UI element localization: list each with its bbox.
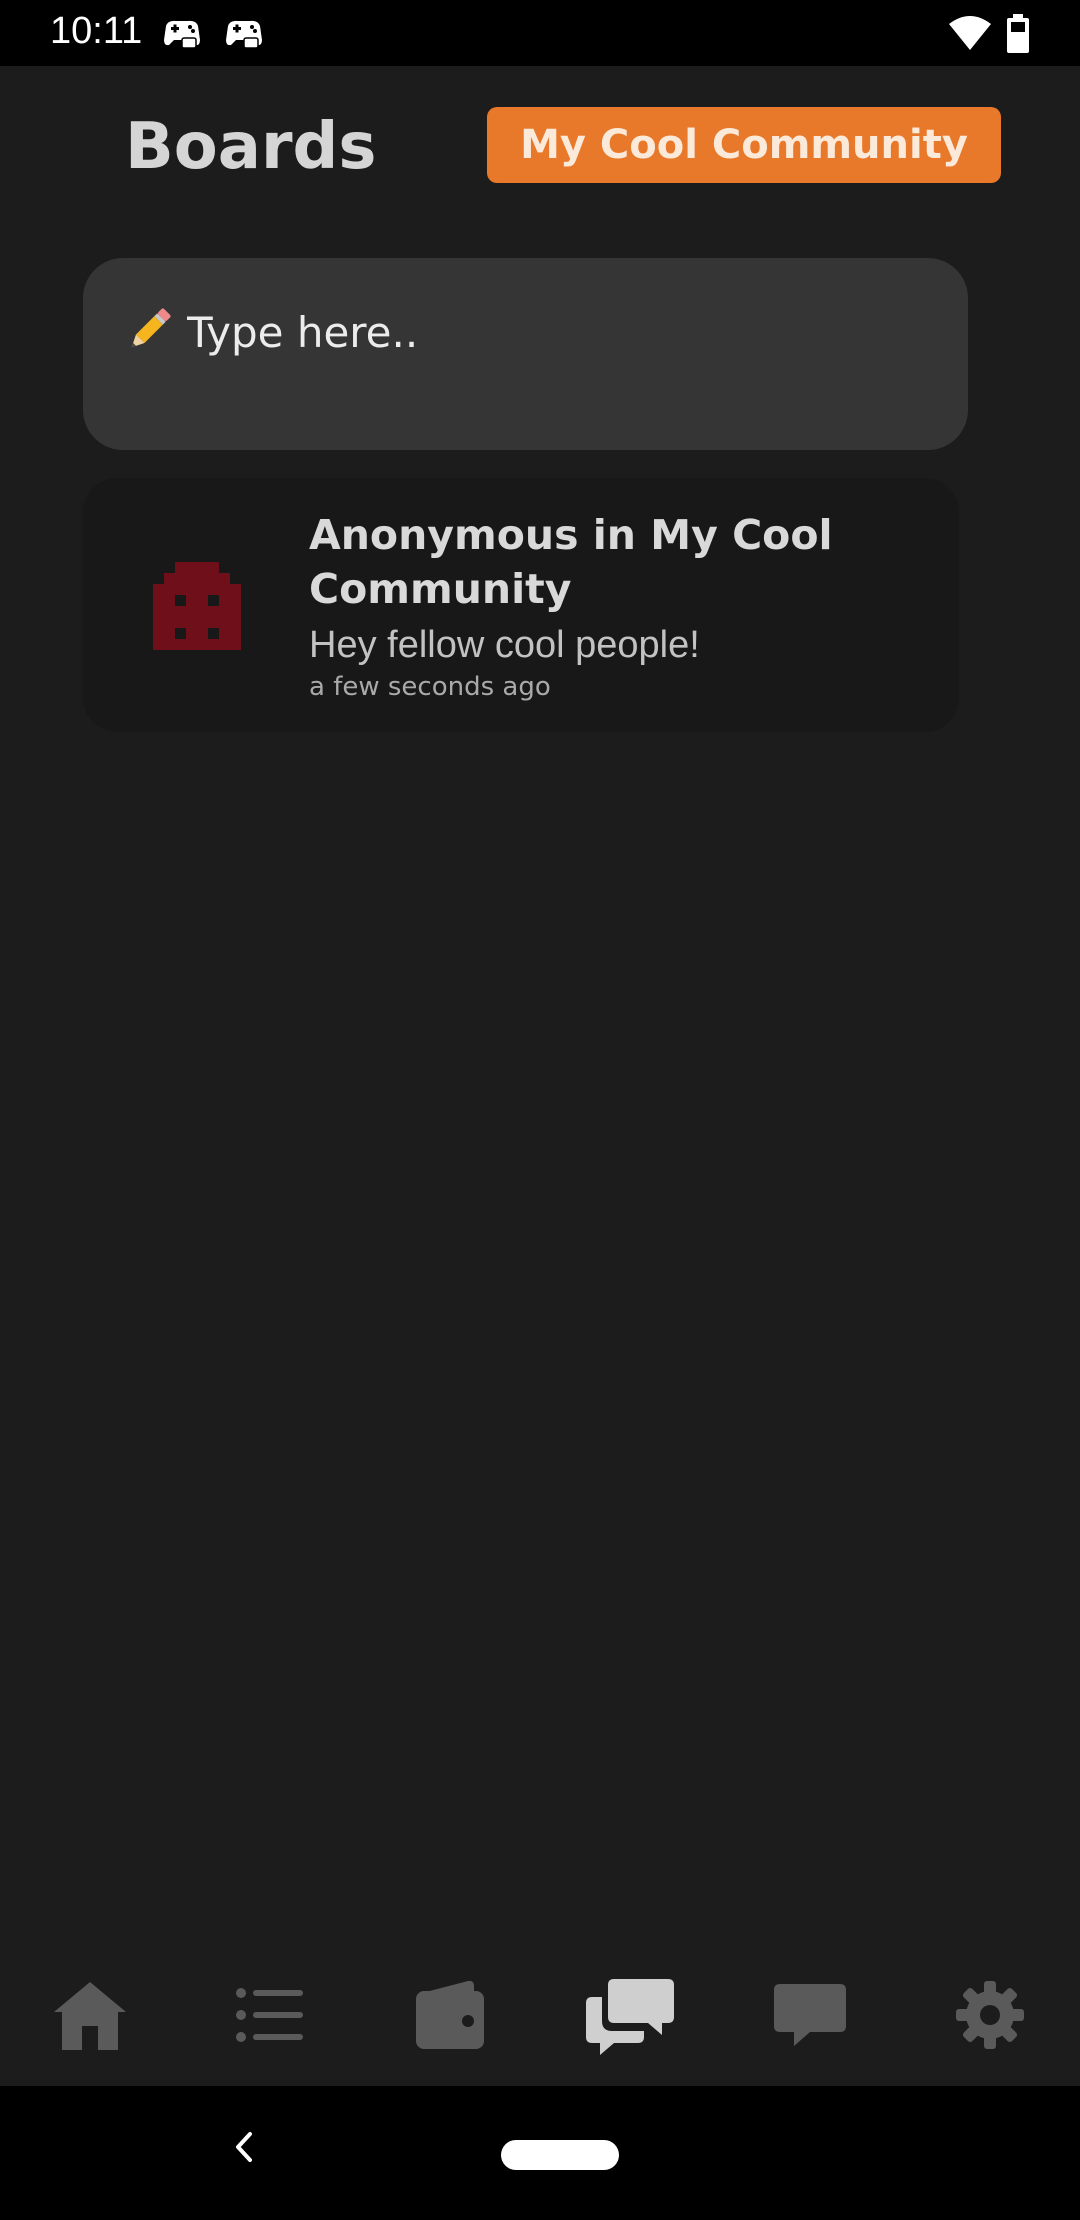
community-selector-button[interactable]: My Cool Community: [487, 107, 1001, 183]
nav-messages[interactable]: [760, 1970, 860, 2060]
wifi-icon: [949, 16, 991, 50]
game-controller-icon: [226, 20, 262, 49]
boards-chat-icon: [586, 1979, 674, 2055]
list-icon: [236, 1988, 303, 2042]
pixel-invader-avatar: [153, 562, 241, 650]
back-chevron-icon[interactable]: [220, 2122, 270, 2172]
settings-icon: [956, 1981, 1024, 2049]
page-title: Boards: [125, 110, 377, 184]
nav-home[interactable]: [40, 1970, 140, 2060]
nav-settings[interactable]: [940, 1970, 1040, 2060]
battery-icon: [1007, 14, 1029, 53]
compose-input[interactable]: [187, 302, 927, 362]
home-gesture-pill[interactable]: [501, 2140, 619, 2170]
nav-boards[interactable]: [580, 1970, 680, 2060]
post-card[interactable]: Anonymous in My Cool Community Hey fello…: [83, 478, 959, 732]
game-controller-icon: [164, 20, 200, 49]
nav-wallet[interactable]: [400, 1970, 500, 2060]
message-icon: [774, 1984, 846, 2046]
compose-box[interactable]: [83, 258, 968, 450]
system-nav-bar: [0, 2086, 1080, 2220]
post-author-line: Anonymous in My Cool Community: [309, 511, 833, 613]
wallet-icon: [416, 1980, 484, 2049]
status-time: 10:11: [50, 10, 143, 52]
home-icon: [54, 1982, 126, 2050]
post-timestamp: a few seconds ago: [309, 672, 551, 702]
post-body: Hey fellow cool people!: [309, 624, 700, 666]
bottom-nav: [0, 1940, 1080, 2086]
status-bar: 10:11: [0, 0, 1080, 66]
nav-list[interactable]: [220, 1970, 320, 2060]
pencil-icon: [131, 308, 171, 348]
